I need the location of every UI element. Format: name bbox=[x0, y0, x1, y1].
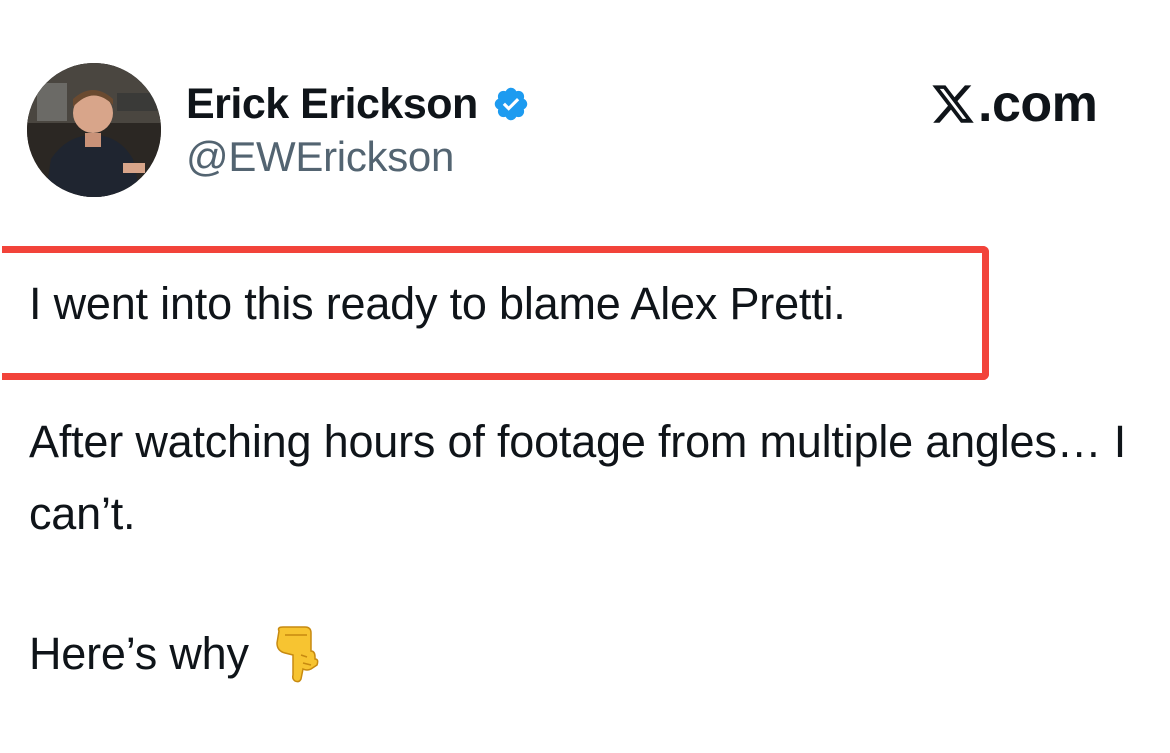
domain-suffix: .com bbox=[978, 75, 1098, 133]
author-display-name[interactable]: Erick Erickson bbox=[186, 80, 478, 129]
verified-badge-icon bbox=[494, 87, 528, 121]
avatar-photo bbox=[27, 63, 161, 197]
tweet-highlighted-sentence: I went into this ready to blame Alex Pre… bbox=[29, 278, 846, 329]
tweet-paragraph-3: Here’s why bbox=[29, 628, 249, 679]
author-handle[interactable]: @EWErickson bbox=[186, 133, 454, 181]
avatar[interactable] bbox=[27, 63, 161, 197]
x-com-logo: .com bbox=[930, 74, 1098, 134]
pointing-down-hand-emoji bbox=[271, 625, 321, 683]
tweet-paragraph-2: After watching hours of footage from mul… bbox=[29, 416, 1127, 539]
x-logo-icon bbox=[932, 85, 974, 123]
author-name-row: Erick Erickson bbox=[186, 78, 530, 130]
tweet-paragraph-3-row: Here’s why bbox=[29, 618, 321, 690]
